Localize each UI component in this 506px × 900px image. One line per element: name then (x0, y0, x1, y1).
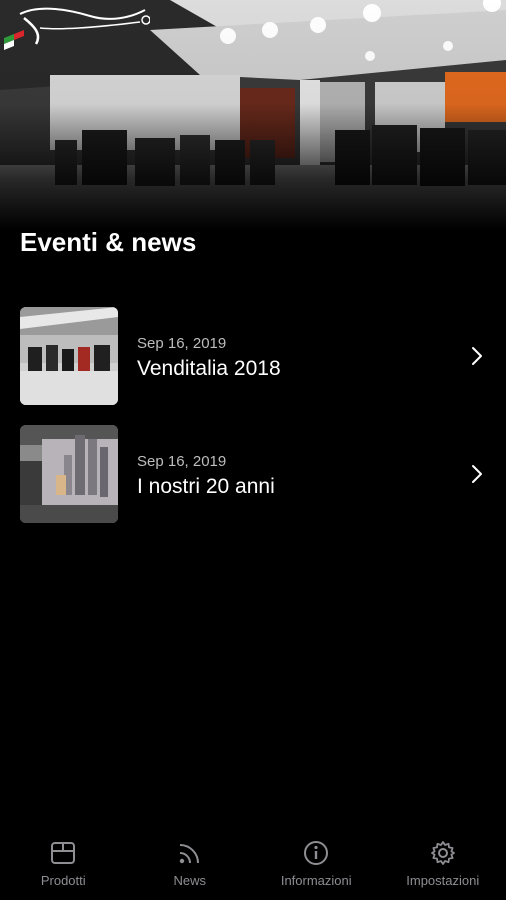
news-date: Sep 16, 2019 (137, 335, 227, 352)
hero-banner (0, 0, 506, 230)
box-icon (51, 842, 76, 864)
gear-icon (430, 841, 455, 865)
tab-informazioni[interactable]: Informazioni (253, 825, 380, 900)
news-title: I nostri 20 anni (137, 475, 275, 498)
brand-logo-icon (4, 7, 150, 50)
info-icon (304, 841, 329, 865)
rss-icon (179, 844, 199, 864)
news-date: Sep 16, 2019 (137, 453, 227, 470)
page-title: Eventi & news (20, 227, 197, 257)
bottom-tab-bar: Prodotti News Informazioni Impostazioni (0, 825, 506, 900)
tab-prodotti[interactable]: Prodotti (0, 825, 127, 900)
tab-label: News (173, 873, 206, 888)
news-thumbnail (20, 425, 118, 523)
news-item-venditalia[interactable]: Sep 16, 2019 Venditalia 2018 (0, 307, 506, 407)
news-item-anniversary[interactable]: Sep 16, 2019 I nostri 20 anni (0, 425, 506, 525)
news-list: Sep 16, 2019 Venditalia 2018 Sep 16, 201… (0, 307, 506, 543)
tab-label: Impostazioni (406, 873, 480, 888)
tab-label: Prodotti (40, 873, 86, 888)
tab-impostazioni[interactable]: Impostazioni (380, 825, 506, 900)
anniversary-photo (20, 425, 118, 523)
news-thumbnail (20, 307, 118, 405)
tab-news[interactable]: News (127, 825, 254, 900)
tab-label: Informazioni (280, 873, 352, 888)
chevron-right-icon (472, 347, 482, 365)
venditalia-photo (20, 307, 118, 405)
chevron-right-icon (472, 465, 482, 483)
news-title: Venditalia 2018 (137, 357, 281, 380)
